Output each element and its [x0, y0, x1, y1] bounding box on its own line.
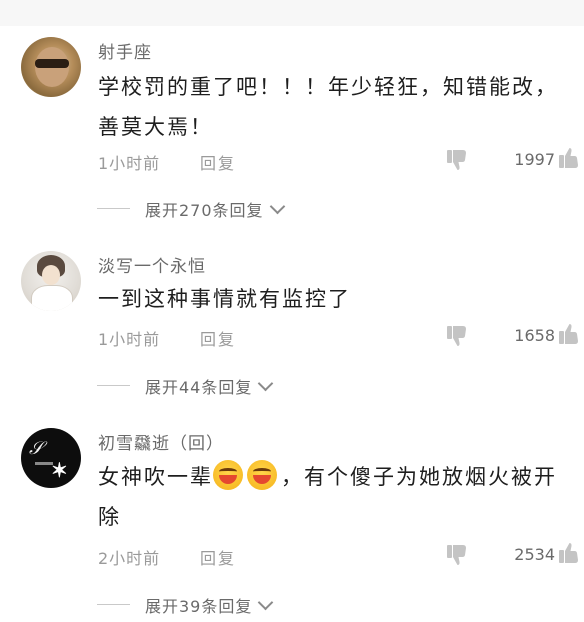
- avatar-calligraphy: ✶: [51, 458, 68, 482]
- avatar[interactable]: [21, 251, 81, 311]
- avatar[interactable]: [21, 37, 81, 97]
- comment-time: 2小时前: [98, 549, 161, 568]
- username[interactable]: 初雪飝逝（回）: [98, 429, 224, 454]
- thumbs-down-icon[interactable]: [445, 543, 469, 567]
- reply-button[interactable]: 回复: [200, 150, 236, 174]
- expand-divider: [97, 385, 130, 386]
- avatar[interactable]: 𝒮 ✶: [21, 428, 81, 488]
- thumbs-up-icon[interactable]: [557, 541, 581, 565]
- expand-replies-label: 展开44条回复: [145, 378, 253, 397]
- avatar-glasses: [35, 59, 69, 68]
- expand-divider: [97, 604, 130, 605]
- chevron-down-icon: [269, 198, 285, 215]
- comment-time: 1小时前: [98, 330, 161, 349]
- reply-button[interactable]: 回复: [200, 545, 236, 569]
- username[interactable]: 淡写一个永恒: [98, 252, 206, 277]
- expand-divider: [97, 208, 130, 209]
- expand-replies-button[interactable]: 展开44条回复: [145, 374, 274, 398]
- like-count: 1658: [514, 326, 555, 345]
- comment-text: 女神吹一辈 ，有个傻子为她放烟火被开除: [98, 457, 568, 537]
- chevron-down-icon: [258, 375, 274, 392]
- expand-replies-label: 展开270条回复: [145, 201, 264, 220]
- thumbs-down-icon[interactable]: [445, 324, 469, 348]
- expand-replies-button[interactable]: 展开270条回复: [145, 197, 285, 221]
- comment-text-part: 女神吹一辈: [98, 465, 213, 489]
- like-count: 2534: [514, 545, 555, 564]
- expand-replies-button[interactable]: 展开39条回复: [145, 593, 274, 617]
- comment-text: 一到这种事情就有监控了: [98, 287, 351, 311]
- thumbs-up-icon[interactable]: [557, 146, 581, 170]
- laughing-emoji-icon: [213, 460, 243, 490]
- like-count: 1997: [514, 150, 555, 169]
- thumbs-up-icon[interactable]: [557, 322, 581, 346]
- chevron-down-icon: [258, 594, 274, 611]
- top-strip: [0, 0, 584, 26]
- avatar-face: [42, 265, 60, 285]
- reply-button[interactable]: 回复: [200, 326, 236, 350]
- comment-time: 1小时前: [98, 154, 161, 173]
- thumbs-down-icon[interactable]: [445, 148, 469, 172]
- username[interactable]: 射手座: [98, 38, 152, 63]
- avatar-robe: [31, 285, 73, 311]
- laughing-emoji-icon: [247, 460, 277, 490]
- comment-text: 学校罚的重了吧！！！年少轻狂，知错能改，善莫大焉！: [98, 75, 558, 139]
- avatar-calligraphy: 𝒮: [29, 438, 43, 459]
- expand-replies-label: 展开39条回复: [145, 597, 253, 616]
